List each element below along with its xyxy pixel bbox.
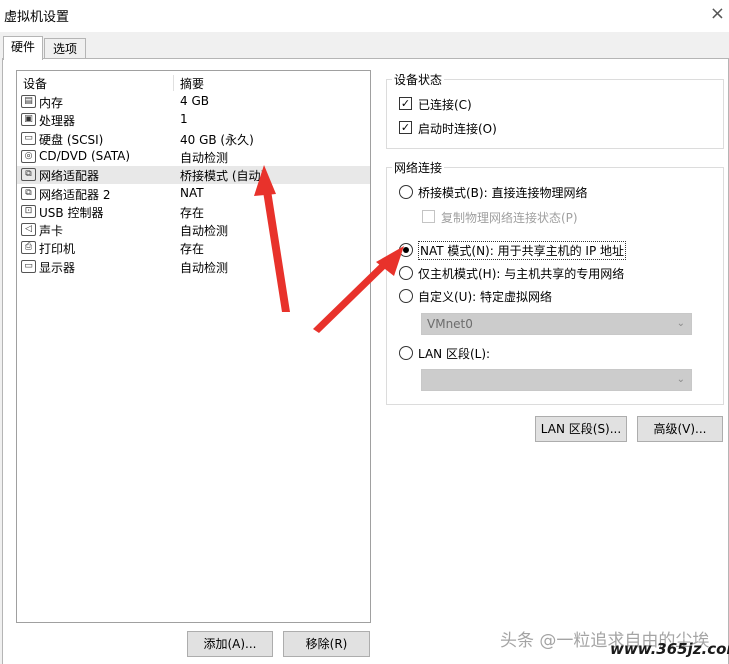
device-summary: 自动检测 [180,260,229,275]
nat-radio-icon [399,243,413,257]
device-name: 处理器 [39,114,76,129]
device-summary: 40 GB (永久) [180,132,254,147]
device-summary: NAT [180,185,204,200]
device-list-header: 设备 摘要 [17,75,370,91]
lan-segments-button[interactable]: LAN 区段(S)... [535,416,627,442]
cd-dvd-icon: ◎ [21,149,36,163]
device-row[interactable]: ▤ 内存 4 GB [17,93,370,111]
vmnet-chevron-down-icon: ⌄ [676,318,685,329]
custom-radio-icon [399,289,413,303]
device-summary: 4 GB [180,94,209,108]
device-row[interactable]: ▣ 处理器 1 [17,111,370,129]
device-row[interactable]: ◎ CD/DVD (SATA) 自动检测 [17,148,370,166]
network-adapter-2-icon: ⧉ [21,186,36,200]
hard-disk-icon: ▭ [21,131,36,145]
device-name: 打印机 [39,242,76,257]
device-summary: 桥接模式 (自动) [180,169,266,184]
device-name: 显示器 [39,260,76,275]
device-row[interactable]: ⧉ 网络适配器 桥接模式 (自动) [17,166,370,185]
replicate-state-check-icon [422,210,435,223]
replicate-state-label: 复制物理网络连接状态(P) [441,211,578,225]
custom-label: 自定义(U): 特定虚拟网络 [418,290,553,304]
advanced-button[interactable]: 高级(V)... [637,416,723,442]
vmnet-select-value: VMnet0 [427,317,473,331]
connected-check-icon: ✓ [399,97,412,110]
device-name: 硬盘 (SCSI) [39,132,104,147]
device-name: USB 控制器 [39,205,104,220]
device-summary: 自动检测 [180,150,229,165]
host-only-radio-icon [399,266,413,280]
network-connection-title: 网络连接 [392,159,445,176]
memory-icon: ▤ [21,95,36,108]
tab-options-label: 选项 [52,42,77,56]
lan-segment-label: LAN 区段(L): [418,347,491,361]
usb-icon: ⊡ [21,204,36,218]
printer-icon: ⎙ [21,241,36,255]
device-summary: 自动检测 [180,224,229,239]
close-icon[interactable]: × [710,3,725,24]
column-header-device[interactable]: 设备 [23,75,47,92]
device-row[interactable]: ⧉ 网络适配器 2 NAT [17,185,370,203]
device-name: CD/DVD (SATA) [39,148,131,163]
device-name: 网络适配器 2 [39,187,111,202]
device-status-group: 设备状态 ✓ 已连接(C) ✓ 启动时连接(O) [386,71,724,149]
lan-segment-radio-icon [399,346,413,360]
device-summary: 存在 [180,205,205,220]
tab-hardware-label: 硬件 [10,40,35,54]
remove-button[interactable]: 移除(R) [283,631,370,657]
vmnet-select[interactable]: VMnet0 ⌄ [421,313,692,335]
device-row[interactable]: ▭ 硬盘 (SCSI) 40 GB (永久) [17,130,370,148]
column-header-summary[interactable]: 摘要 [180,75,204,92]
network-connection-group: 网络连接 桥接模式(B): 直接连接物理网络 复制物理网络连接状态(P) NAT… [386,159,724,405]
nat-label: NAT 模式(N): 用于共享主机的 IP 地址 [418,241,627,260]
watermark-site: www.365jz.com [610,640,729,658]
add-button[interactable]: 添加(A)... [187,631,273,657]
device-status-title: 设备状态 [392,71,445,88]
lan-segment-select[interactable]: ⌄ [421,369,692,391]
device-row[interactable]: ⊡ USB 控制器 存在 [17,203,370,221]
speaker-icon: ◁ [21,223,36,237]
tab-options[interactable]: 选项 [44,38,86,60]
device-summary: 存在 [180,242,205,257]
lan-chevron-down-icon: ⌄ [676,374,685,385]
device-name: 网络适配器 [39,169,100,184]
processor-icon: ▣ [21,113,36,127]
tab-hardware[interactable]: 硬件 [3,36,43,60]
bridged-radio-icon [399,185,413,199]
connect-at-power-on-label: 启动时连接(O) [418,122,497,136]
monitor-icon: ▭ [21,259,36,273]
device-row[interactable]: ◁ 声卡 自动检测 [17,221,370,239]
bridged-label: 桥接模式(B): 直接连接物理网络 [418,186,588,200]
network-adapter-icon: ⧉ [21,168,36,182]
device-row[interactable]: ⎙ 打印机 存在 [17,239,370,257]
connected-label: 已连接(C) [418,98,472,112]
column-divider [173,75,174,91]
host-only-label: 仅主机模式(H): 与主机共享的专用网络 [418,267,625,281]
connect-at-power-on-check-icon: ✓ [399,121,412,134]
device-name: 声卡 [39,224,64,239]
device-row[interactable]: ▭ 显示器 自动检测 [17,258,370,276]
device-name: 内存 [39,96,64,110]
window-title: 虚拟机设置 [4,10,70,25]
device-list[interactable]: 设备 摘要 ▤ 内存 4 GB ▣ 处理器 1 ▭ 硬盘 (SCSI) 40 GB (永久) ◎ C… [16,70,371,623]
device-summary: 1 [180,112,188,127]
title-bar: 虚拟机设置 × [0,0,729,32]
